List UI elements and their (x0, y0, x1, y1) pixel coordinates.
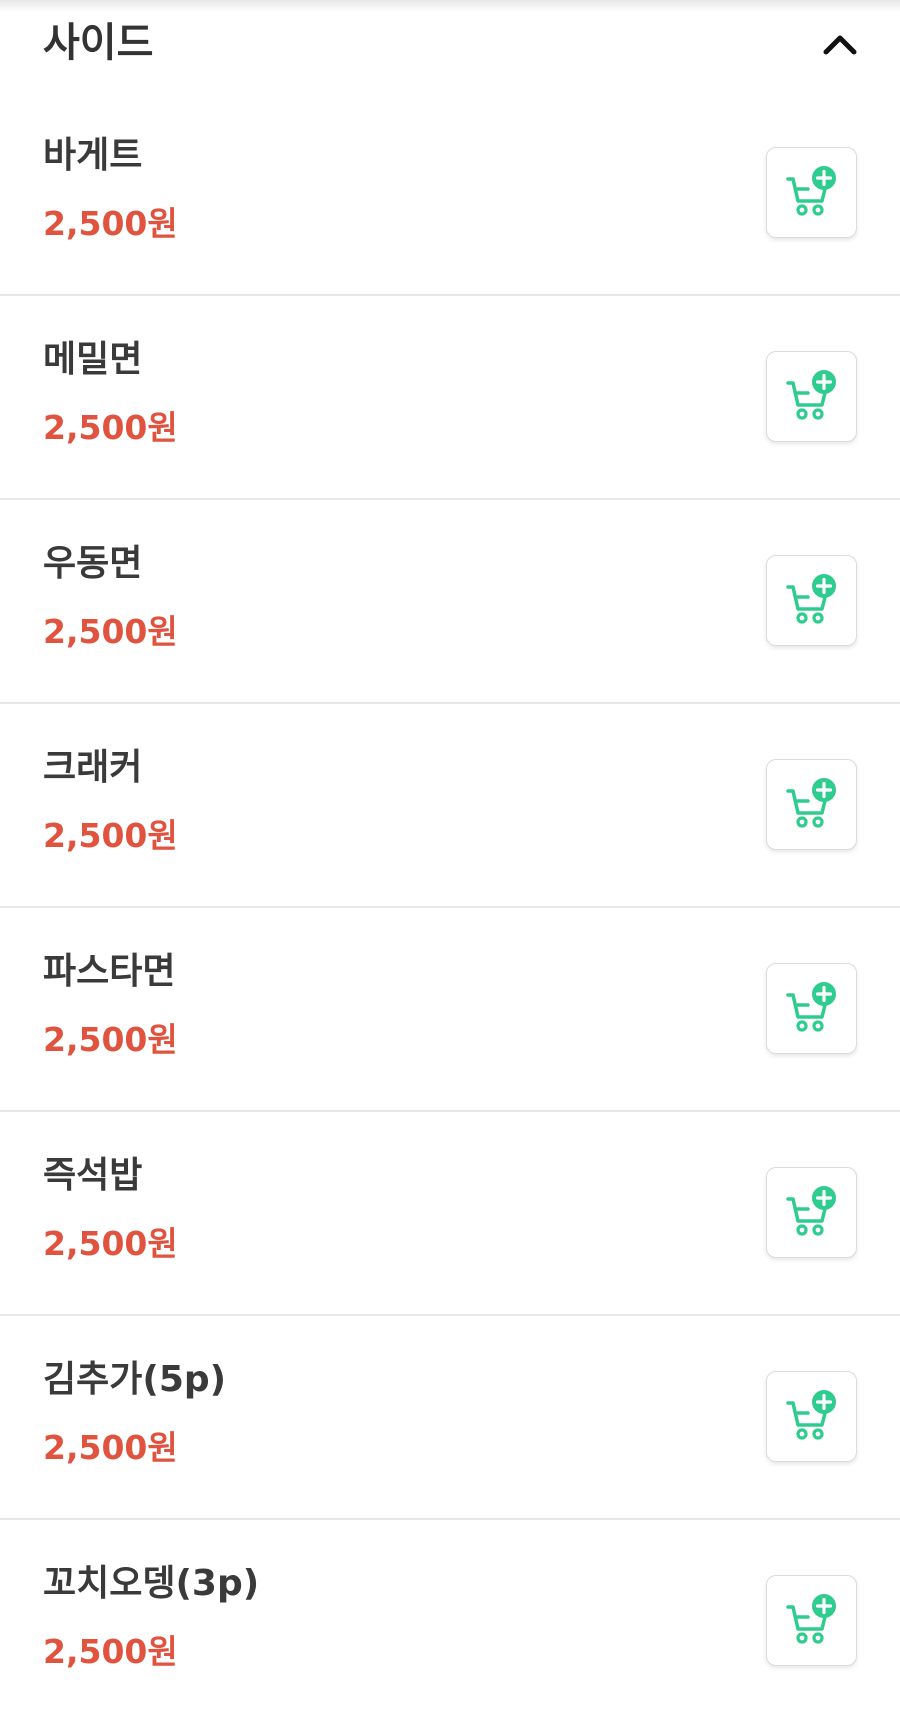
menu-item[interactable]: 우동면 2,500원 (0, 500, 900, 704)
item-price: 2,500원 (43, 1428, 178, 1467)
item-name: 바게트 (43, 135, 143, 176)
add-to-cart-button[interactable] (766, 147, 857, 238)
item-price: 2,500원 (43, 816, 178, 855)
menu-item[interactable]: 파스타면 2,500원 (0, 908, 900, 1112)
menu-item[interactable]: 김추가(5p) 2,500원 (0, 1316, 900, 1520)
menu-list: 바게트 2,500원 메밀면 2,500원 우동면 2,500원 크래커 2,5… (0, 92, 900, 1724)
add-to-cart-button[interactable] (766, 1167, 857, 1258)
item-price: 2,500원 (43, 204, 178, 243)
add-to-cart-button[interactable] (766, 555, 857, 646)
cart-add-icon (785, 165, 836, 216)
item-price: 2,500원 (43, 1020, 178, 1059)
add-to-cart-button[interactable] (766, 1575, 857, 1666)
cart-add-icon (785, 1185, 836, 1236)
section-header[interactable]: 사이드 (0, 0, 900, 90)
item-name: 파스타면 (43, 951, 176, 992)
menu-item[interactable]: 꼬치오뎅(3p) 2,500원 (0, 1520, 900, 1724)
cart-add-icon (785, 981, 836, 1032)
add-to-cart-button[interactable] (766, 351, 857, 442)
menu-item[interactable]: 메밀면 2,500원 (0, 296, 900, 500)
chevron-up-icon[interactable] (818, 22, 862, 66)
cart-add-icon (785, 369, 836, 420)
add-to-cart-button[interactable] (766, 759, 857, 850)
item-name: 김추가(5p) (43, 1359, 227, 1400)
cart-add-icon (785, 777, 836, 828)
item-name: 우동면 (43, 543, 143, 584)
item-name: 꼬치오뎅(3p) (43, 1563, 260, 1604)
menu-item[interactable]: 바게트 2,500원 (0, 92, 900, 296)
cart-add-icon (785, 1389, 836, 1440)
item-name: 메밀면 (43, 339, 143, 380)
menu-item[interactable]: 크래커 2,500원 (0, 704, 900, 908)
section-title: 사이드 (43, 20, 154, 66)
cart-add-icon (785, 573, 836, 624)
item-price: 2,500원 (43, 408, 178, 447)
menu-item[interactable]: 즉석밥 2,500원 (0, 1112, 900, 1316)
item-price: 2,500원 (43, 1632, 178, 1671)
add-to-cart-button[interactable] (766, 963, 857, 1054)
item-name: 즉석밥 (43, 1155, 143, 1196)
cart-add-icon (785, 1593, 836, 1644)
item-name: 크래커 (43, 747, 143, 788)
item-price: 2,500원 (43, 1224, 178, 1263)
item-price: 2,500원 (43, 612, 178, 651)
add-to-cart-button[interactable] (766, 1371, 857, 1462)
